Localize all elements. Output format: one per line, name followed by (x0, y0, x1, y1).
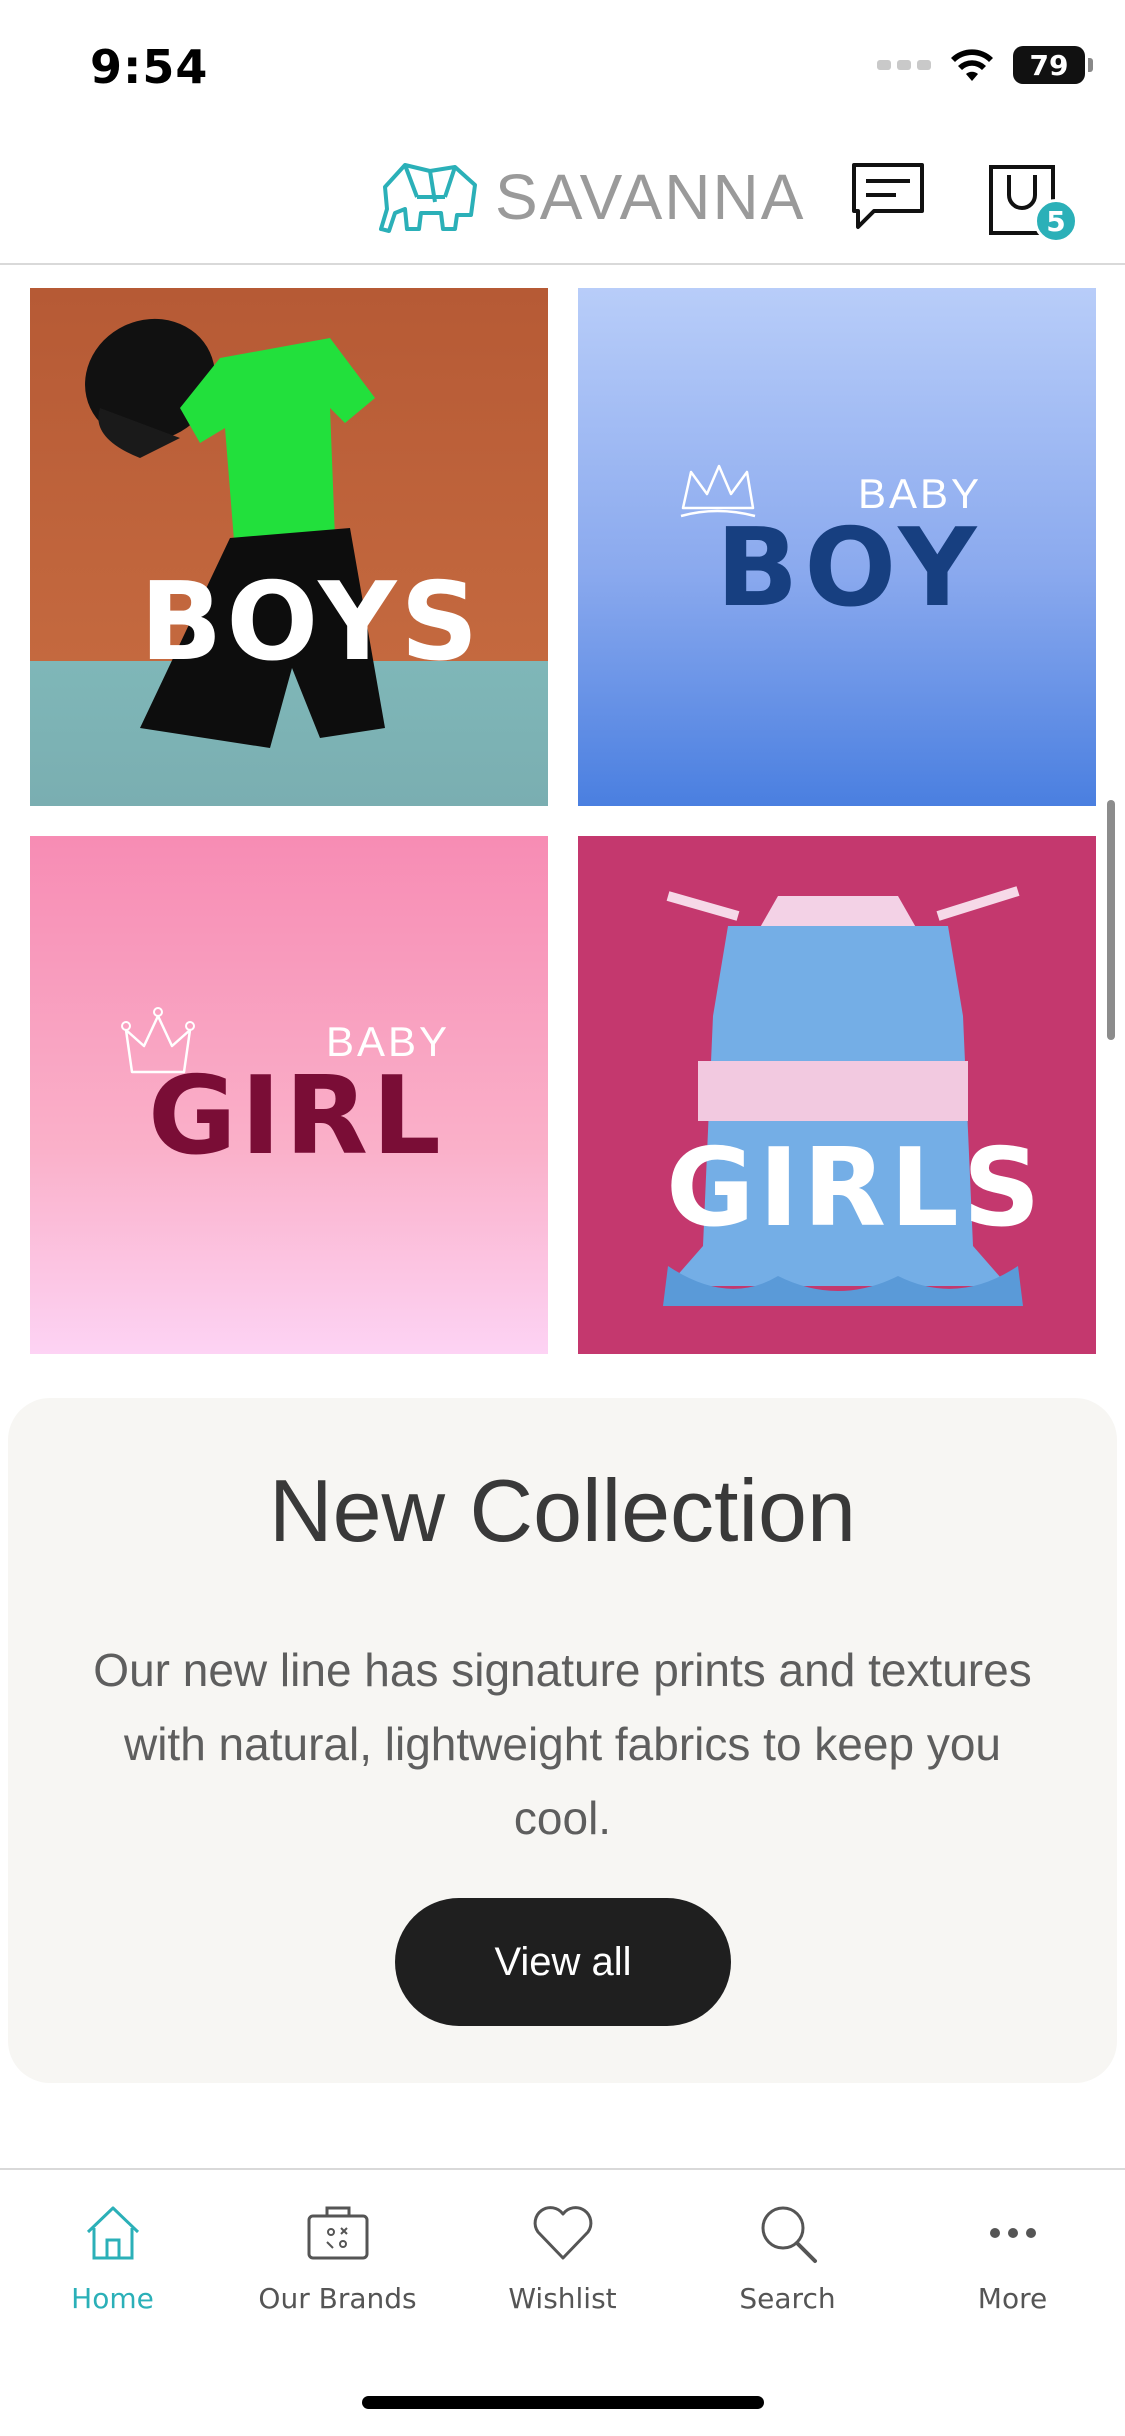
status-bar: 9:54 79 (0, 0, 1125, 135)
collection-title: New Collection (269, 1461, 856, 1560)
wifi-icon (951, 49, 993, 81)
nav-item-home[interactable]: Home (0, 2198, 225, 2328)
search-icon (761, 2206, 817, 2263)
more-icon (989, 2228, 1036, 2238)
nav-label: More (977, 2282, 1048, 2315)
home-icon (86, 2206, 139, 2260)
category-tile-baby-girl[interactable]: BABY GIRL (30, 836, 548, 1354)
boys-outfit-image (85, 318, 385, 748)
nav-item-more[interactable]: More (900, 2198, 1125, 2328)
elephant-logo-icon (379, 163, 477, 233)
nav-item-our-brands[interactable]: Our Brands (225, 2198, 450, 2328)
category-tile-baby-boy[interactable]: BABY BOY (578, 288, 1096, 806)
nav-label: Home (71, 2282, 154, 2315)
category-tile-girls[interactable]: GIRLS (578, 836, 1096, 1354)
chat-icon (852, 163, 924, 229)
chat-button[interactable] (848, 157, 928, 237)
nav-label: Wishlist (508, 2282, 617, 2315)
nav-item-wishlist[interactable]: Wishlist (450, 2198, 675, 2328)
battery-icon: 79 (1013, 46, 1093, 84)
category-label: BOY (716, 506, 983, 631)
brands-icon (307, 2206, 368, 2260)
girls-dress-image (663, 886, 1023, 1306)
collection-description: Our new line has signature prints and te… (93, 1644, 1032, 1844)
new-collection-section: New Collection Our new line has signatur… (8, 1398, 1117, 2083)
category-label: BOYS (140, 560, 483, 685)
status-time: 9:54 (90, 40, 209, 94)
cart-count-badge: 5 (1034, 199, 1078, 243)
category-label: GIRL (148, 1054, 445, 1179)
nav-item-search[interactable]: Search (675, 2198, 900, 2328)
status-icons: 79 (877, 46, 1093, 84)
battery-level: 79 (1029, 48, 1069, 82)
scrollbar[interactable] (1107, 800, 1115, 1040)
view-all-button[interactable]: View all (395, 1898, 731, 2026)
category-tile-boys[interactable]: BOYS (30, 288, 548, 806)
category-label: GIRLS (666, 1126, 1045, 1251)
brand-logo[interactable]: SAVANNA (375, 157, 805, 237)
app-header: SAVANNA 5 (0, 135, 1125, 265)
home-indicator[interactable] (362, 2396, 764, 2409)
brand-name: SAVANNA (495, 161, 806, 233)
nav-label: Search (739, 2282, 836, 2315)
nav-label: Our Brands (258, 2282, 417, 2315)
heart-icon (533, 2206, 592, 2260)
signal-icon (877, 60, 931, 70)
